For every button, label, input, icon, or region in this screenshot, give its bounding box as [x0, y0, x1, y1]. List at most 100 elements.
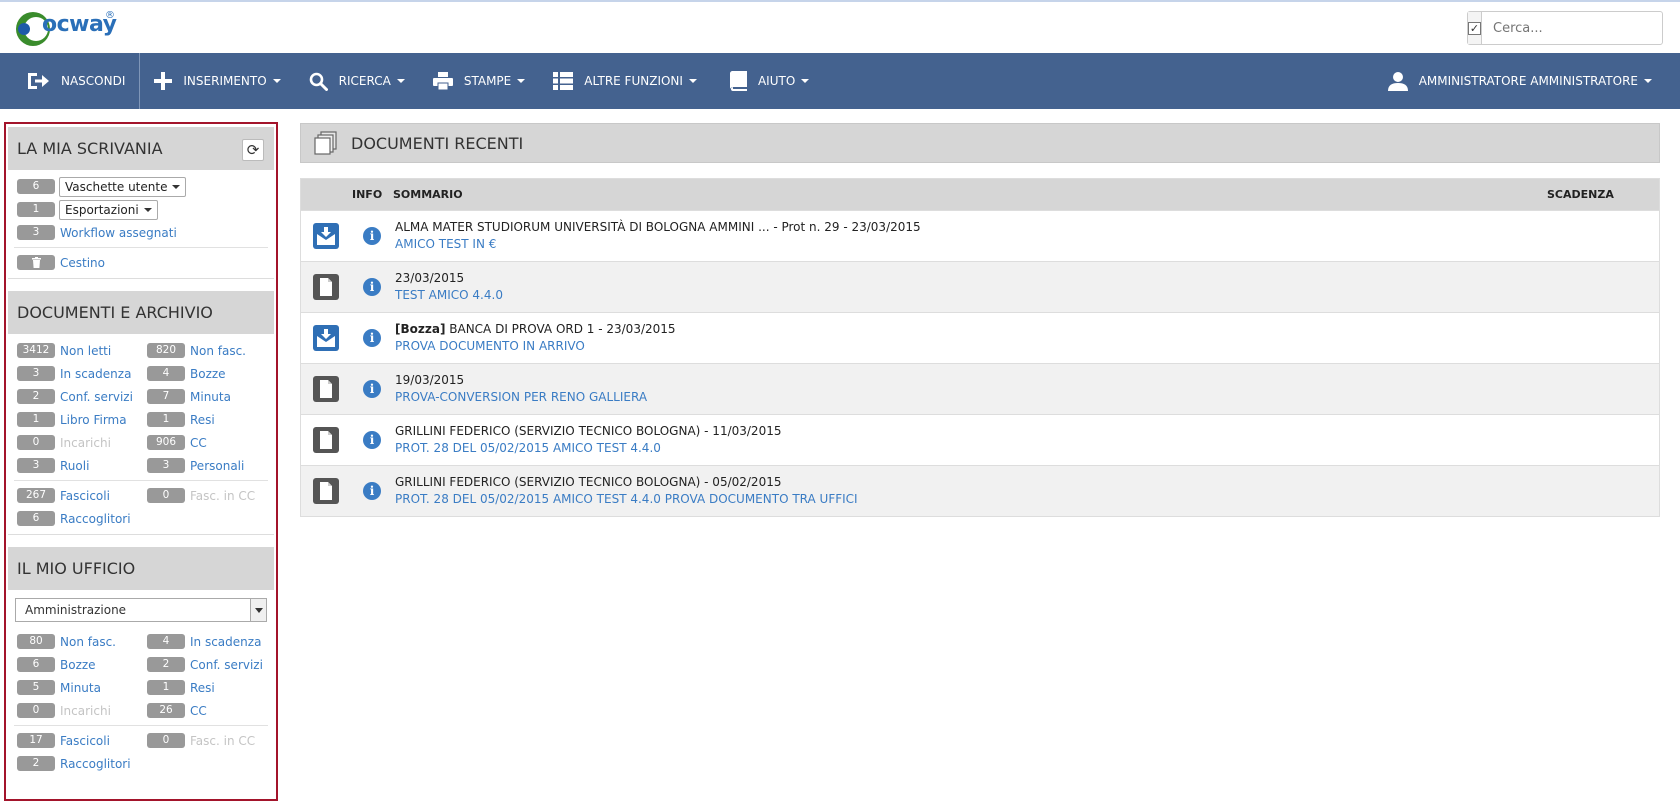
count-badge: 267 — [17, 488, 55, 503]
count-badge: 2 — [17, 756, 55, 771]
logo[interactable]: ocway ® — [14, 8, 117, 50]
raccoglitori-link[interactable]: Raccoglitori — [60, 512, 131, 526]
table-row[interactable]: i GRILLINI FEDERICO (SERVIZIO TECNICO BO… — [301, 465, 1659, 516]
info-icon[interactable]: i — [363, 431, 381, 449]
table-row[interactable]: i 19/03/2015 PROVA-CONVERSION PER RENO G… — [301, 363, 1659, 414]
cestino-row: Cestino — [8, 251, 274, 274]
nav-aiuto[interactable]: AIUTO — [711, 53, 823, 109]
nav-altre-funzioni[interactable]: ALTRE FUNZIONI — [539, 53, 711, 109]
ufficio-select[interactable]: Amministrazione — [15, 598, 267, 622]
count-badge: 6 — [17, 657, 55, 672]
count-badge: 0 — [17, 703, 55, 718]
count-badge: 3412 — [17, 343, 55, 358]
refresh-button[interactable]: ⟳ — [242, 139, 264, 161]
table-header: INFO SOMMARIO SCADENZA — [301, 179, 1659, 210]
check-icon: ✓ — [1468, 21, 1481, 35]
row-subject-link[interactable]: TEST AMICO 4.4.0 — [395, 286, 1659, 304]
sidebar: LA MIA SCRIVANIA ⟳ 6 Vaschette utente 1 … — [4, 122, 278, 801]
panel-ufficio: IL MIO UFFICIO Amministrazione 80 Non fas… — [8, 547, 274, 775]
count-badge: 2 — [147, 657, 185, 672]
ufficio-item: 1 Resi — [138, 676, 268, 699]
archivio-link[interactable]: Minuta — [190, 390, 231, 404]
search-input[interactable] — [1482, 12, 1663, 44]
nav-user-menu[interactable]: AMMINISTRATORE AMMINISTRATORE — [1374, 53, 1666, 109]
fascicoli-link[interactable]: Fascicoli — [60, 734, 110, 748]
ufficio-link[interactable]: CC — [190, 704, 207, 718]
ufficio-fascicoli-grid: 17 Fascicoli 0 Fasc. in CC 2 Raccoglitori — [8, 729, 274, 775]
chevron-down-icon — [272, 79, 281, 83]
info-icon[interactable]: i — [363, 329, 381, 347]
row-subject-link[interactable]: PROVA DOCUMENTO IN ARRIVO — [395, 337, 1659, 355]
row-subject-link[interactable]: PROT. 28 DEL 05/02/2015 AMICO TEST 4.4.0 — [395, 439, 1659, 457]
raccoglitori-link[interactable]: Raccoglitori — [60, 757, 131, 771]
fasc-cc-item: 0 Fasc. in CC — [138, 484, 268, 507]
count-badge: 2 — [17, 389, 55, 404]
vaschette-row: 6 Vaschette utente — [8, 175, 274, 198]
archivio-link[interactable]: Non fasc. — [190, 344, 246, 358]
archivio-link[interactable]: In scadenza — [60, 367, 131, 381]
ufficio-link[interactable]: Minuta — [60, 681, 101, 695]
workflow-link[interactable]: Workflow assegnati — [60, 226, 177, 240]
ufficio-link[interactable]: Non fasc. — [60, 635, 116, 649]
ufficio-selected-value: Amministrazione — [25, 603, 127, 617]
ufficio-link[interactable]: Bozze — [60, 658, 96, 672]
ufficio-item: 26 CC — [138, 699, 268, 722]
chevron-down-icon — [517, 79, 526, 83]
row-summary: 19/03/2015 — [395, 373, 465, 387]
ufficio-link[interactable]: Conf. servizi — [190, 658, 263, 672]
table-row[interactable]: i [Bozza] BANCA DI PROVA ORD 1 - 23/03/2… — [301, 312, 1659, 363]
esportazioni-row: 1 Esportazioni — [8, 198, 274, 221]
info-icon[interactable]: i — [363, 482, 381, 500]
fascicoli-link[interactable]: Fascicoli — [60, 489, 110, 503]
count-badge: 26 — [147, 703, 185, 718]
row-line1: [Bozza] BANCA DI PROVA ORD 1 - 23/03/201… — [395, 321, 1659, 337]
row-subject-link[interactable]: AMICO TEST IN € — [395, 235, 1659, 253]
archivio-grid: 3412 Non letti 820 Non fasc. 3 In scadenza … — [8, 334, 274, 477]
archivio-link[interactable]: Personali — [190, 459, 244, 473]
header: ocway ® ✓ — [0, 2, 1680, 53]
archivio-link[interactable]: Ruoli — [60, 459, 89, 473]
search-checkbox[interactable]: ✓ — [1468, 12, 1482, 44]
info-icon[interactable]: i — [363, 380, 381, 398]
archivio-link[interactable]: Resi — [190, 413, 215, 427]
count-badge: 7 — [147, 389, 185, 404]
info-icon[interactable]: i — [363, 278, 381, 296]
document-icon — [313, 478, 339, 504]
archivio-item: 2 Conf. servizi — [8, 385, 138, 408]
nav-stampe[interactable]: STAMPE — [419, 53, 539, 109]
table-row[interactable]: i ALMA MATER STUDIORUM UNIVERSITÀ DI BOL… — [301, 210, 1659, 261]
table-row[interactable]: i 23/03/2015 TEST AMICO 4.4.0 — [301, 261, 1659, 312]
cestino-link[interactable]: Cestino — [60, 256, 105, 270]
ufficio-item: 4 In scadenza — [138, 630, 268, 653]
row-subject-link[interactable]: PROT. 28 DEL 05/02/2015 AMICO TEST 4.4.0… — [395, 490, 1659, 508]
archivio-link[interactable]: Non letti — [60, 344, 111, 358]
panel-archivio-title: DOCUMENTI E ARCHIVIO — [8, 291, 274, 334]
info-icon[interactable]: i — [363, 227, 381, 245]
archivio-link[interactable]: Libro Firma — [60, 413, 127, 427]
archivio-link[interactable]: CC — [190, 436, 207, 450]
count-badge: 4 — [147, 366, 185, 381]
dropdown-button[interactable] — [250, 599, 266, 621]
fascicoli-item: 267 Fascicoli — [8, 484, 138, 507]
nav-inserimento[interactable]: INSERIMENTO — [140, 53, 294, 109]
row-line1: GRILLINI FEDERICO (SERVIZIO TECNICO BOLO… — [395, 474, 1659, 490]
ufficio-link[interactable]: In scadenza — [190, 635, 261, 649]
row-subject-link[interactable]: PROVA-CONVERSION PER RENO GALLIERA — [395, 388, 1659, 406]
count-badge: 6 — [17, 179, 55, 194]
ufficio-link-disabled: Incarichi — [60, 703, 111, 718]
count-badge: 1 — [17, 412, 55, 427]
archivio-link[interactable]: Bozze — [190, 367, 226, 381]
ufficio-link[interactable]: Resi — [190, 681, 215, 695]
archivio-link[interactable]: Conf. servizi — [60, 390, 133, 404]
esportazioni-select[interactable]: Esportazioni — [59, 199, 158, 220]
row-summary: 23/03/2015 — [395, 271, 465, 285]
nav-nascondi[interactable]: NASCONDI — [0, 53, 139, 109]
panel-scrivania-title: LA MIA SCRIVANIA ⟳ — [8, 127, 274, 170]
archivio-item: 3412 Non letti — [8, 339, 138, 362]
row-summary: GRILLINI FEDERICO (SERVIZIO TECNICO BOLO… — [395, 475, 782, 489]
vaschette-select[interactable]: Vaschette utente — [59, 176, 187, 197]
nav-ricerca[interactable]: RICERCA — [295, 53, 419, 109]
col-sommario: SOMMARIO — [393, 188, 463, 201]
table-row[interactable]: i GRILLINI FEDERICO (SERVIZIO TECNICO BO… — [301, 414, 1659, 465]
chevron-down-icon — [254, 607, 263, 613]
